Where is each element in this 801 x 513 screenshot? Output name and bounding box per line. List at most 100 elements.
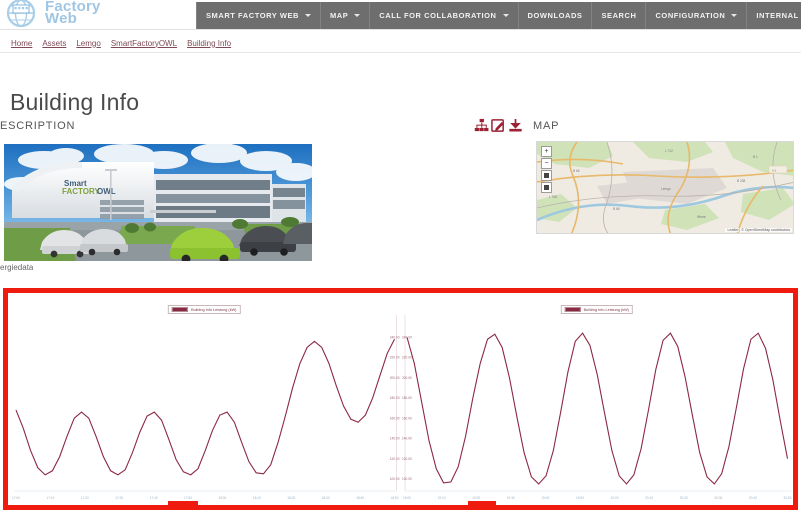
svg-text:A 2: A 2: [772, 168, 777, 172]
svg-text:L 712: L 712: [665, 149, 673, 153]
x-axis-tick: 18:40: [356, 496, 364, 500]
nav-label: DOWNLOADS: [527, 11, 583, 20]
legend-label: Building Info Leistung (kW): [583, 307, 629, 312]
page-title: Building Info: [10, 89, 140, 116]
map-heading: MAP: [533, 120, 560, 132]
breadcrumb-item-assets[interactable]: Assets: [42, 39, 66, 48]
nav-item-internal[interactable]: INTERNAL: [747, 2, 801, 29]
sitemap-icon[interactable]: [474, 118, 489, 133]
map-zoom-in-button[interactable]: +: [541, 146, 552, 157]
nav-item-call-for-collaboration[interactable]: CALL FOR COLLABORATION: [370, 2, 519, 29]
nav-label: INTERNAL: [756, 11, 799, 20]
legend-swatch: [564, 307, 581, 312]
x-axis-tick: 20:20: [679, 496, 687, 500]
nav-item-downloads[interactable]: DOWNLOADS: [519, 2, 593, 29]
y-axis-tick: 200.00: [390, 376, 400, 380]
app-page: Factory Web SMART FACTORY WEB MAP CALL F…: [0, 0, 801, 513]
download-icon[interactable]: [508, 118, 523, 133]
y-axis-tick: 100.00: [390, 477, 400, 481]
nav-label: MAP: [329, 11, 349, 20]
svg-text:L 758: L 758: [549, 195, 557, 199]
y-axis-tick: 220.00: [390, 356, 400, 360]
breadcrumb-item-home[interactable]: Home: [11, 39, 32, 48]
svg-text:B 238: B 238: [737, 179, 746, 183]
x-axis-tick: 20:40: [748, 496, 756, 500]
x-axis-tick: 19:00: [403, 496, 411, 500]
y-axis-tick: 180.00: [390, 396, 400, 400]
svg-text:OWL: OWL: [97, 187, 116, 196]
svg-text:B 66: B 66: [573, 169, 580, 173]
layers-icon[interactable]: [541, 170, 552, 181]
annotation-marker-right: [468, 501, 496, 505]
breadcrumb: Home Assets Lemgo SmartFactoryOWL Buildi…: [0, 34, 801, 53]
breadcrumb-item-lemgo[interactable]: Lemgo: [76, 39, 100, 48]
x-axis-tick: 19:30: [506, 496, 514, 500]
annotation-marker-left: [168, 501, 198, 505]
chart-left[interactable]: Building Info Leistung (kW) 17:00 17:10 17…: [8, 293, 401, 505]
chart-right-plot: 19:00 19:10 19:20 19:30 19:40 19:50 20:00 20:10…: [400, 293, 793, 505]
y-axis-tick: 220.00: [402, 356, 412, 360]
chart-left-plot: 17:00 17:10 17:20 17:30 17:40 17:50 18:00 18:10…: [8, 293, 401, 505]
brand[interactable]: Factory Web: [4, 0, 101, 30]
x-axis-tick: 20:30: [714, 496, 722, 500]
edit-icon[interactable]: [491, 118, 506, 133]
description-caption: ergiedata: [0, 263, 34, 272]
y-axis-tick: 180.00: [402, 396, 412, 400]
nav-label: SMART FACTORY WEB: [206, 11, 299, 20]
svg-text:B 1: B 1: [753, 155, 758, 159]
x-axis-tick: 17:20: [81, 496, 89, 500]
map-widget[interactable]: Lemgo L 712 B 66 B 238 B 66 Werre L 758 …: [536, 141, 794, 234]
x-axis-tick: 20:10: [645, 496, 653, 500]
y-axis-tick: 240.00: [390, 335, 400, 339]
x-axis-tick: 17:30: [115, 496, 123, 500]
y-axis-tick: 120.00: [390, 457, 400, 461]
nav-item-configuration[interactable]: CONFIGURATION: [646, 2, 748, 29]
svg-text:B 66: B 66: [613, 207, 620, 211]
nav-item-search[interactable]: SEARCH: [592, 2, 647, 29]
globe-factory-logo-icon: [4, 0, 40, 28]
nav-item-map[interactable]: MAP: [321, 2, 371, 29]
breadcrumb-item-building-info[interactable]: Building Info: [187, 39, 231, 48]
chevron-down-icon: [304, 14, 311, 17]
nav-label: SEARCH: [601, 11, 637, 20]
svg-text:Werre: Werre: [697, 215, 706, 219]
chart-left-legend: Building Info Leistung (kW): [168, 305, 241, 314]
x-axis-tick: 18:20: [287, 496, 295, 500]
x-axis-tick: 20:50: [783, 496, 791, 500]
x-axis-tick: 18:00: [218, 496, 226, 500]
y-axis-tick: 140.00: [402, 437, 412, 441]
x-axis-tick: 17:10: [46, 496, 54, 500]
chart-right-legend: Building Info Leistung (kW): [560, 305, 633, 314]
legend-swatch: [172, 307, 189, 312]
map-tiles: Lemgo L 712 B 66 B 238 B 66 Werre L 758 …: [537, 142, 793, 233]
nav-label: CALL FOR COLLABORATION: [379, 11, 497, 20]
map-zoom-controls: + −: [541, 146, 552, 193]
chevron-down-icon: [354, 14, 361, 17]
map-attribution: Leaflet | © OpenStreetMap contributors: [725, 228, 792, 232]
map-zoom-out-button[interactable]: −: [541, 158, 552, 169]
x-axis-tick: 19:20: [472, 496, 480, 500]
brand-wordmark: Factory Web: [45, 0, 101, 26]
charts-container: Building Info Leistung (kW) 17:00 17:10 17…: [8, 293, 793, 505]
y-axis-tick: 140.00: [390, 437, 400, 441]
chart-right[interactable]: Building Info Leistung (kW) 19:00 19:10 19…: [400, 293, 793, 505]
x-axis-tick: 17:00: [12, 496, 20, 500]
chevron-down-icon: [502, 14, 509, 17]
energy-chart-panel: Building Info Leistung (kW) 17:00 17:10 17…: [3, 288, 798, 510]
x-axis-tick: 18:30: [322, 496, 330, 500]
y-axis-tick: 200.00: [402, 376, 412, 380]
x-axis-tick: 19:10: [437, 496, 445, 500]
x-axis-tick: 17:50: [184, 496, 192, 500]
y-axis-tick: 120.00: [402, 457, 412, 461]
y-axis-tick: 160.00: [402, 416, 412, 420]
map-marker-toggle[interactable]: [541, 182, 552, 193]
x-axis-tick: 20:00: [610, 496, 618, 500]
description-heading: ESCRIPTION: [0, 120, 76, 132]
y-axis-tick: 160.00: [390, 416, 400, 420]
asset-action-toolbar: [474, 118, 523, 133]
legend-label: Building Info Leistung (kW): [191, 307, 237, 312]
building-photo: Smart FACTORY OWL: [4, 144, 312, 261]
breadcrumb-item-smartfactoryowl[interactable]: SmartFactoryOWL: [111, 39, 177, 48]
main-navigation: SMART FACTORY WEB MAP CALL FOR COLLABORA…: [196, 2, 801, 29]
nav-item-smart-factory-web[interactable]: SMART FACTORY WEB: [196, 2, 321, 29]
